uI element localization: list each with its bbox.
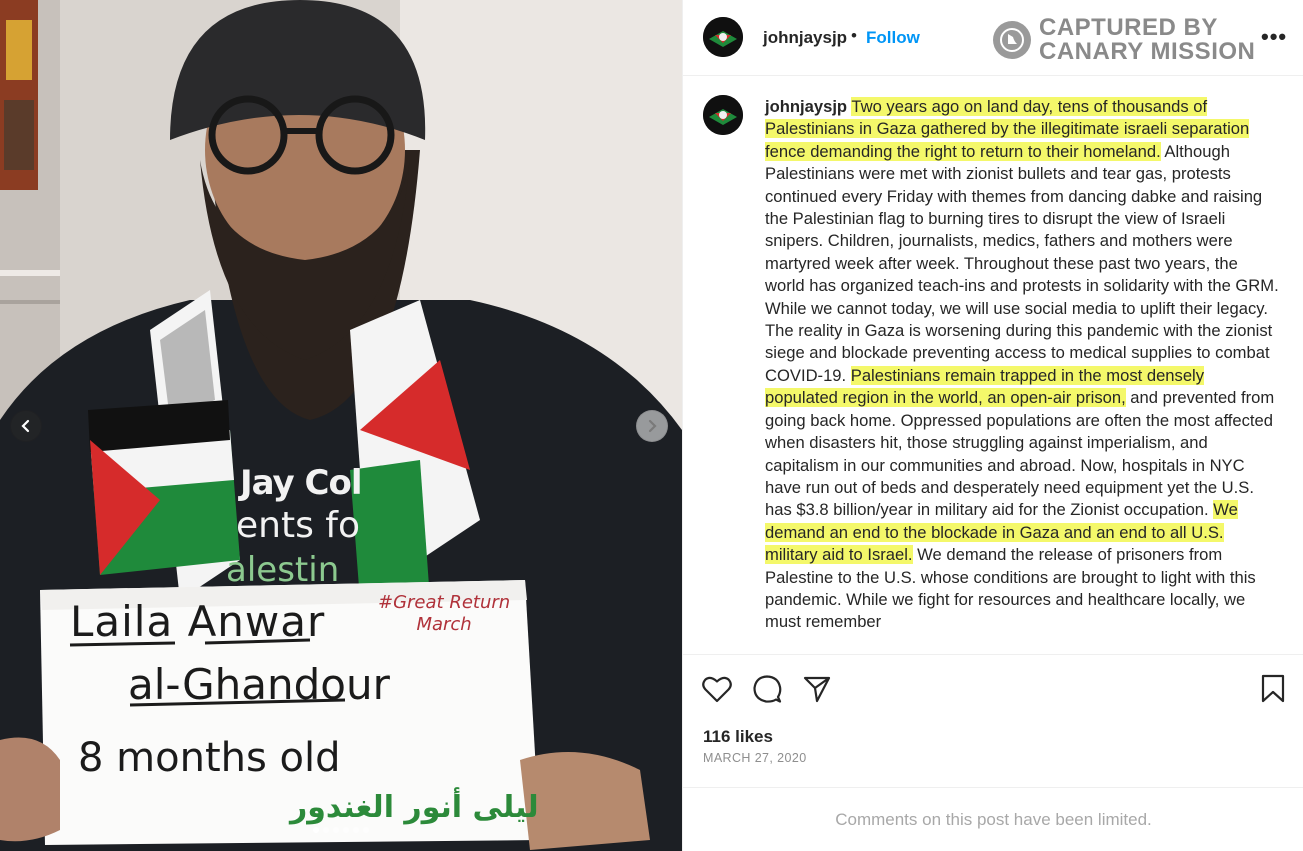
sign-hashtag-line1: #Great Return [378,592,511,613]
caption-area: johnjaysjp Two years ago on land day, te… [683,76,1303,654]
shirt-text-line3: alestin [226,550,340,590]
header-separator: • [851,26,857,45]
carousel-dot [353,827,359,833]
sign-hashtag-line2: March [416,614,472,635]
header-username[interactable]: johnjaysjp [763,28,847,48]
watermark-text: CAPTURED BY CANARY MISSION [1039,16,1255,64]
avatar-image [703,95,743,135]
avatar-image [703,17,743,57]
chevron-right-icon [648,419,657,433]
sign-arabic-name: ليلى أنور الغندور [290,790,539,825]
carousel-dot [333,827,339,833]
save-button[interactable] [1257,673,1289,705]
more-options-button[interactable]: ••• [1261,24,1287,50]
caption-segment: and prevented from going back home. Oppr… [765,388,1275,520]
post-panel: johnjaysjp • Follow CAPTURED BY CANARY M… [682,0,1303,851]
chevron-left-icon [21,419,30,433]
share-icon [803,676,831,703]
post-photo-scene [0,0,682,851]
likes-count[interactable]: 116 likes [703,727,773,747]
caption-avatar[interactable] [703,95,743,135]
comments-divider [683,787,1303,788]
avatar[interactable] [703,17,743,57]
canary-logo-icon [993,21,1031,59]
shirt-text-line2: ents fo [236,505,360,546]
sign-hashtag: #Great Return March [378,592,510,636]
caption-text: johnjaysjp Two years ago on land day, te… [765,96,1279,634]
caption-username[interactable]: johnjaysjp [765,97,847,116]
canary-bird-icon [1000,28,1024,52]
sign-name-line2: al-Ghandour [128,660,390,709]
carousel-dots [0,827,682,833]
comments-limited-notice: Comments on this post have been limited. [835,810,1152,829]
post-photo: Jay Col ents fo alestin Laila Anwar al-G… [0,0,682,851]
heart-icon [702,676,732,703]
sign-name-line1: Laila Anwar [70,597,326,646]
sign-age: 8 months old [78,735,341,781]
post-date: MARCH 27, 2020 [703,751,807,765]
carousel-dot [343,827,349,833]
like-button[interactable] [701,673,733,705]
carousel-dot [323,827,329,833]
post-header: johnjaysjp • Follow CAPTURED BY CANARY M… [683,0,1303,76]
carousel-dot [363,827,369,833]
share-button[interactable] [801,673,833,705]
carousel-next-button[interactable] [636,410,668,442]
watermark-line1: CAPTURED BY [1039,14,1218,41]
bookmark-icon [1261,674,1285,703]
watermark: CAPTURED BY CANARY MISSION [993,16,1255,64]
shirt-text-line1: Jay Col [240,463,363,503]
carousel-dot [313,827,319,833]
comment-icon [753,675,782,703]
caption-segment: Although Palestinians were met with zion… [765,141,1279,318]
watermark-line2: CANARY MISSION [1039,38,1256,65]
carousel-prev-button[interactable] [10,410,42,442]
follow-button[interactable]: Follow [866,28,920,48]
comment-button[interactable] [751,673,783,705]
